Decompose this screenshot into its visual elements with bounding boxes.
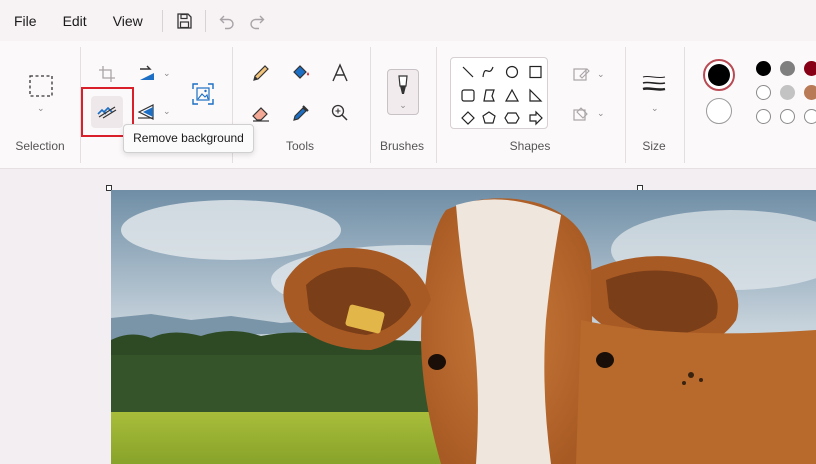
palette-swatch[interactable] (804, 61, 816, 76)
redo-icon (250, 15, 265, 29)
palette-swatch[interactable] (780, 85, 795, 100)
dashed-rectangle-select-icon (29, 75, 53, 97)
group-separator (370, 47, 371, 163)
curve-shape-icon[interactable] (482, 66, 494, 78)
menu-separator (161, 9, 163, 32)
eyedropper-icon (293, 105, 309, 121)
save-button[interactable] (169, 6, 199, 36)
menu-bar: File Edit View (0, 0, 816, 41)
oval-shape-icon[interactable] (505, 65, 519, 79)
menu-separator (204, 9, 206, 32)
line-thickness-icon (642, 75, 666, 91)
canvas-image[interactable] (111, 190, 816, 464)
magnifier-icon (331, 104, 348, 121)
shapes-grid (461, 65, 543, 126)
menu-view[interactable]: View (100, 6, 156, 36)
resize-icon (140, 65, 154, 80)
size-button[interactable] (640, 71, 668, 95)
chevron-down-icon[interactable]: ⌄ (597, 69, 605, 80)
undo-icon (219, 15, 234, 29)
group-label-brushes: Brushes (379, 139, 425, 153)
palette-swatch[interactable] (780, 61, 795, 76)
chevron-down-icon[interactable]: ⌄ (597, 108, 605, 119)
group-separator (436, 47, 437, 163)
triangle-shape-icon[interactable] (504, 88, 520, 102)
chevron-down-icon: ⌄ (399, 99, 407, 110)
magnifier-button[interactable] (328, 101, 352, 125)
save-icon (177, 12, 192, 29)
primary-color-swatch (708, 64, 730, 86)
group-label-shapes: Shapes (509, 139, 551, 153)
polygon-shape-icon[interactable] (483, 89, 495, 102)
tooltip: Remove background (123, 124, 254, 153)
image-select-button[interactable] (190, 81, 216, 107)
palette-swatch[interactable] (756, 85, 771, 100)
rectangle-shape-icon[interactable] (529, 65, 542, 79)
shape-fill-button[interactable] (570, 103, 592, 125)
color-picker-button[interactable] (289, 101, 313, 125)
pencil-icon (253, 65, 269, 81)
shape-fill-icon (573, 107, 588, 121)
primary-color[interactable] (703, 59, 735, 91)
hexagon-shape-icon[interactable] (504, 112, 520, 124)
palette-swatch[interactable] (804, 85, 816, 100)
image-frame-icon (192, 83, 214, 105)
brush-icon (398, 74, 408, 94)
palette-swatch[interactable] (756, 109, 771, 124)
group-separator (625, 47, 626, 163)
chevron-down-icon[interactable]: ⌄ (163, 68, 171, 79)
shapes-gallery (450, 57, 548, 129)
palette-swatch[interactable] (780, 109, 795, 124)
paint-bucket-icon (293, 65, 309, 79)
line-shape-icon[interactable] (462, 66, 474, 78)
group-label-size: Size (642, 139, 666, 153)
selection-button[interactable] (26, 71, 56, 101)
crop-button[interactable] (96, 63, 118, 85)
resize-button[interactable] (135, 61, 159, 85)
group-separator (684, 47, 685, 163)
menu-file[interactable]: File (0, 6, 50, 36)
outline-pen-icon (573, 68, 590, 81)
chevron-down-icon[interactable]: ⌄ (37, 103, 45, 114)
pencil-button[interactable] (249, 61, 273, 85)
menu-edit[interactable]: Edit (50, 6, 100, 36)
cow-photo (111, 190, 816, 464)
undo-button[interactable] (212, 6, 242, 36)
palette-swatch[interactable] (756, 61, 771, 76)
text-icon (332, 63, 348, 82)
chevron-down-icon[interactable]: ⌄ (651, 103, 659, 114)
redo-button[interactable] (242, 6, 272, 36)
diamond-shape-icon[interactable] (461, 111, 475, 125)
chevron-down-icon[interactable]: ⌄ (163, 106, 171, 117)
pentagon-shape-icon[interactable] (482, 111, 496, 124)
group-label-tools: Tools (285, 139, 314, 153)
eraser-button[interactable] (249, 101, 273, 125)
fill-button[interactable] (289, 61, 313, 85)
text-button[interactable] (328, 61, 352, 85)
rotate-icon (137, 104, 154, 120)
brushes-button[interactable]: ⌄ (387, 69, 419, 115)
shape-outline-button[interactable] (570, 63, 592, 85)
eraser-icon (252, 107, 269, 122)
rounded-rectangle-shape-icon[interactable] (461, 89, 475, 102)
crop-icon (99, 66, 115, 82)
right-triangle-shape-icon[interactable] (529, 88, 543, 102)
secondary-color[interactable] (706, 98, 732, 124)
rotate-button[interactable] (135, 101, 159, 123)
group-label-selection: Selection (15, 139, 65, 153)
palette-swatch[interactable] (804, 109, 816, 124)
arrow-right-shape-icon[interactable] (529, 110, 543, 126)
